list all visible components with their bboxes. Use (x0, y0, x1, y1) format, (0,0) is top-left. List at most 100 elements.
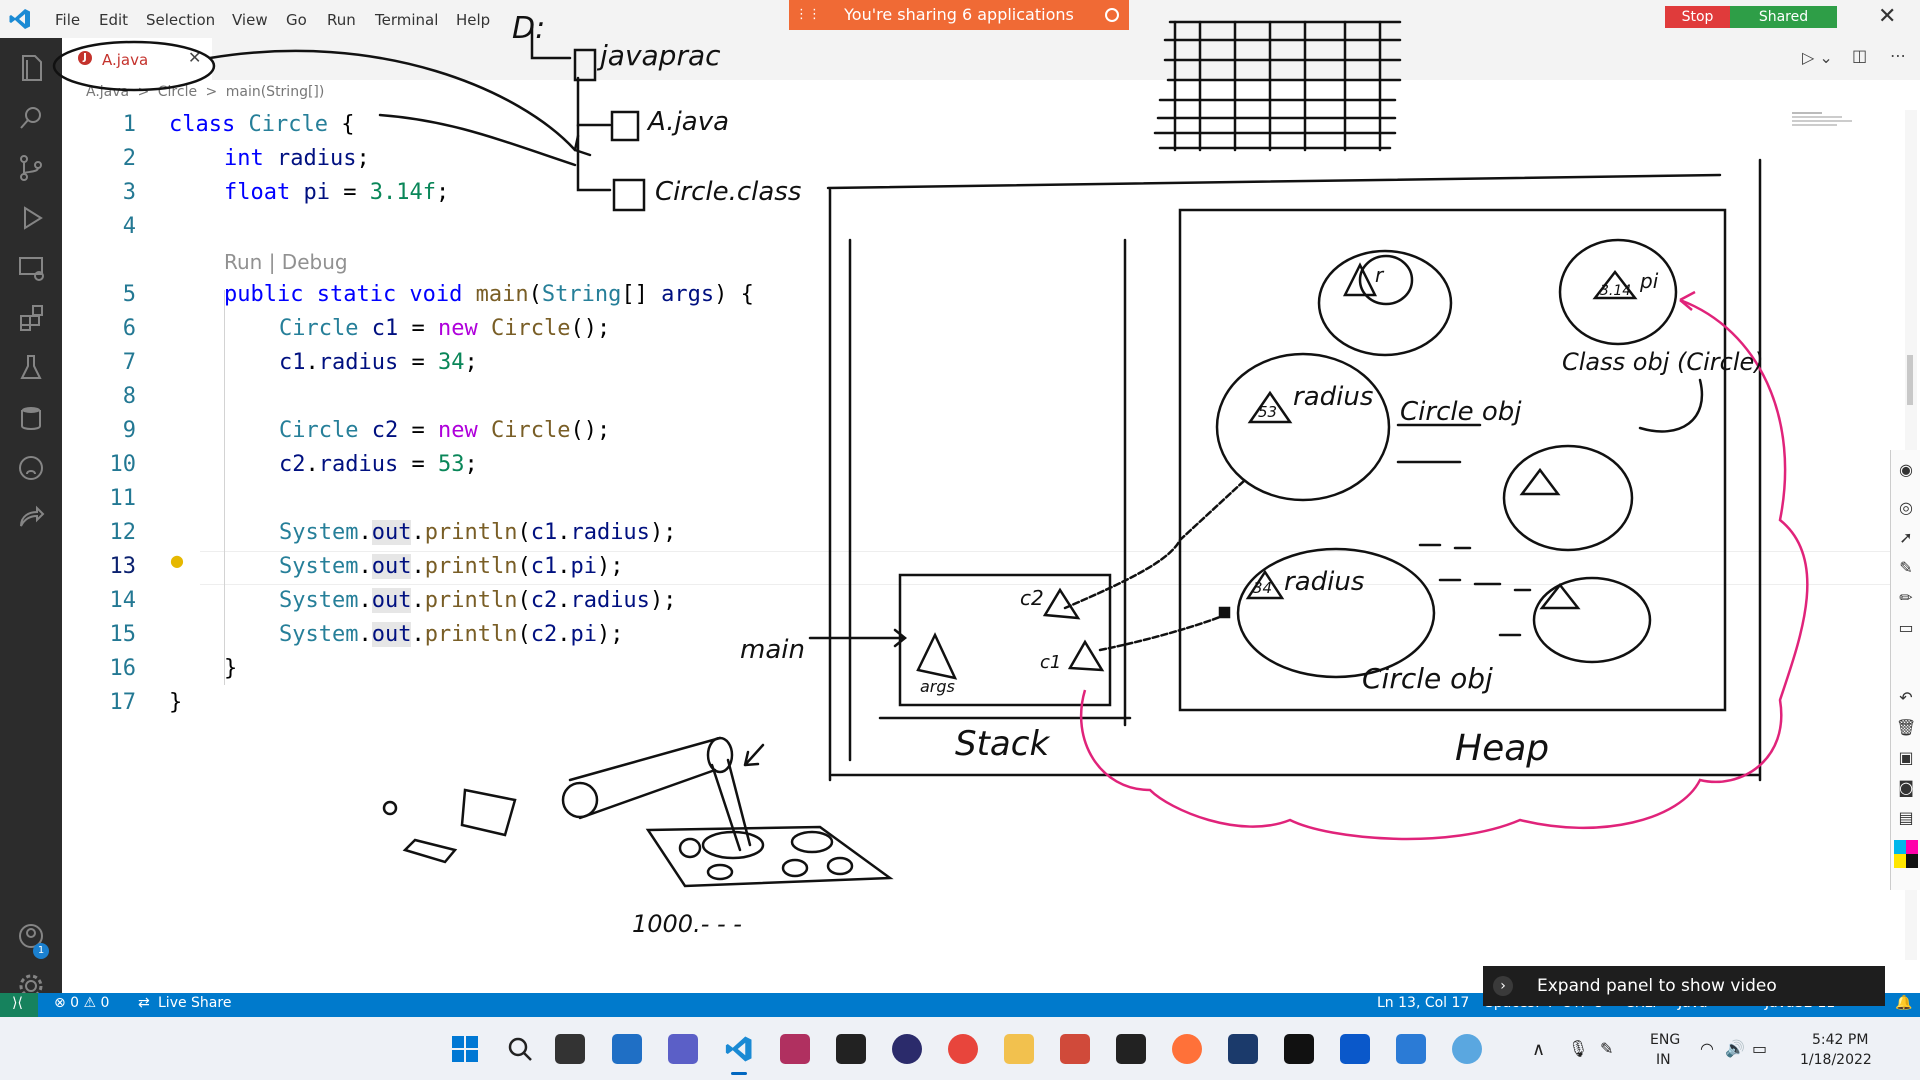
color-yellow[interactable] (1894, 854, 1906, 868)
tool-screen-icon[interactable]: ▣ (1896, 748, 1916, 768)
pycharm-icon[interactable] (1284, 1034, 1314, 1064)
extensions-icon[interactable] (13, 300, 49, 336)
accounts-badge: 1 (33, 943, 49, 959)
chrome-icon[interactable] (948, 1034, 978, 1064)
minimap[interactable] (1790, 110, 1890, 144)
menu-go[interactable]: Go (286, 0, 307, 38)
drag-grip-icon[interactable]: ⋮⋮ (795, 0, 821, 30)
teams-chat-icon[interactable] (668, 1034, 698, 1064)
chevron-right-icon[interactable]: › (1493, 976, 1513, 996)
menu-terminal[interactable]: Terminal (375, 0, 438, 38)
problems-indicator[interactable]: ⊗ 0 ⚠ 0 (54, 995, 109, 1011)
line-number: 6 (122, 316, 136, 341)
input-language[interactable]: ENG (1650, 1032, 1680, 1048)
title-bar: File Edit Selection View Go Run Terminal… (0, 0, 1920, 38)
search-icon[interactable] (505, 1034, 535, 1064)
line-number: 15 (109, 622, 137, 647)
notepad-icon[interactable] (1396, 1034, 1426, 1064)
app-icon-1[interactable] (780, 1034, 810, 1064)
firefox-icon[interactable] (1172, 1034, 1202, 1064)
tool-undo-icon[interactable]: ↶ (1896, 688, 1916, 708)
terminal-icon[interactable] (836, 1034, 866, 1064)
start-icon[interactable] (450, 1034, 480, 1064)
clock-time[interactable]: 5:42 PM (1812, 1032, 1868, 1048)
line-number: 9 (122, 418, 136, 443)
source-control-icon[interactable] (13, 150, 49, 186)
tool-camera-icon[interactable]: ◙ (1896, 778, 1916, 798)
line-number: 14 (109, 588, 137, 613)
split-editor-icon[interactable]: ◫ (1852, 46, 1867, 65)
live-share-icon[interactable] (13, 500, 49, 536)
remote-indicator-icon[interactable]: ⟩⟨ (0, 993, 38, 1017)
share-status-icon[interactable] (1105, 8, 1119, 22)
codelens-run-debug[interactable]: Run | Debug (224, 250, 348, 274)
app-icon-4[interactable] (1228, 1034, 1258, 1064)
notifications-icon[interactable]: 🔔 (1895, 995, 1912, 1011)
window-close-icon[interactable]: ✕ (1878, 4, 1896, 29)
tab-close-icon[interactable]: ✕ (188, 48, 201, 67)
tool-clipboard-icon[interactable]: ▤ (1896, 808, 1916, 828)
breadcrumb-sep: > (137, 84, 150, 100)
explorer-icon[interactable] (13, 50, 49, 86)
color-cyan[interactable] (1894, 840, 1906, 854)
tool-trash-icon[interactable]: 🗑 (1896, 718, 1916, 738)
menu-run[interactable]: Run (327, 0, 356, 38)
volume-icon[interactable]: 🔊 (1725, 1039, 1745, 1058)
code-line-17: } (169, 690, 183, 715)
breadcrumb-class[interactable]: Circle (158, 84, 197, 100)
menu-help[interactable]: Help (456, 0, 490, 38)
code-line-2: int radius; (224, 146, 370, 171)
run-file-icon[interactable]: ▷ ⌄ (1802, 48, 1833, 67)
breadcrumb-file[interactable]: A.java (86, 84, 129, 100)
app-icon-2[interactable] (1060, 1034, 1090, 1064)
clock-date[interactable]: 1/18/2022 (1800, 1052, 1872, 1068)
menu-view[interactable]: View (232, 0, 268, 38)
file-explorer-icon[interactable] (1004, 1034, 1034, 1064)
widgets-icon[interactable] (612, 1034, 642, 1064)
pen-tray-icon[interactable]: ✎ (1600, 1039, 1613, 1058)
vscode-taskbar-icon[interactable] (724, 1034, 754, 1075)
app-icon-3[interactable] (1116, 1034, 1146, 1064)
tool-highlighter-icon[interactable]: ✎ (1896, 558, 1916, 578)
remote-explorer-icon[interactable] (13, 250, 49, 286)
more-actions-icon[interactable]: ⋯ (1890, 46, 1906, 65)
cursor-position[interactable]: Ln 13, Col 17 (1377, 995, 1469, 1011)
microphone-icon[interactable]: 🎙 (1568, 1039, 1588, 1058)
live-share-icon[interactable]: ⇄ (138, 995, 150, 1011)
battery-icon[interactable]: ▭ (1752, 1039, 1767, 1058)
code-editor[interactable] (62, 106, 1920, 993)
eclipse-icon[interactable] (892, 1034, 922, 1064)
color-magenta[interactable] (1906, 840, 1918, 854)
task-view-icon[interactable] (555, 1034, 585, 1064)
menu-selection[interactable]: Selection (146, 0, 215, 38)
line-number: 11 (109, 486, 137, 511)
tray-chevron-icon[interactable]: ∧ (1532, 1039, 1545, 1060)
code-line-6: Circle c1 = new Circle(); (279, 316, 611, 341)
database-icon[interactable] (13, 400, 49, 436)
tab-a-java[interactable]: J A.java ✕ (62, 38, 212, 80)
wifi-icon[interactable]: ◠ (1700, 1039, 1714, 1058)
shared-button[interactable]: Shared (1730, 6, 1837, 28)
input-region[interactable]: IN (1656, 1052, 1671, 1068)
lightbulb-icon[interactable]: ● (170, 551, 184, 570)
tool-lightbulb-icon[interactable]: ◉ (1896, 460, 1916, 480)
tool-eye-icon[interactable]: ◎ (1896, 498, 1916, 518)
github-icon[interactable] (13, 450, 49, 486)
webex-icon[interactable] (1340, 1034, 1370, 1064)
search-icon[interactable] (13, 100, 49, 136)
tool-pen-icon[interactable]: ✏ (1896, 588, 1916, 608)
tool-cursor-icon[interactable]: ➚ (1896, 528, 1916, 548)
testing-icon[interactable] (13, 350, 49, 386)
indent-guide (224, 290, 225, 685)
stop-sharing-button[interactable]: Stop (1665, 6, 1730, 28)
menu-file[interactable]: File (55, 0, 80, 38)
live-share-status[interactable]: Live Share (158, 995, 231, 1011)
video-panel-popup[interactable]: › Expand panel to show video (1483, 966, 1885, 1006)
breadcrumb-method[interactable]: main(String[]) (226, 84, 325, 100)
run-debug-icon[interactable] (13, 200, 49, 236)
code-line-3: float pi = 3.14f; (224, 180, 450, 205)
app-icon-5[interactable] (1452, 1034, 1482, 1064)
color-black[interactable] (1906, 854, 1918, 868)
menu-edit[interactable]: Edit (99, 0, 128, 38)
tool-eraser-icon[interactable]: ▭ (1896, 618, 1916, 638)
